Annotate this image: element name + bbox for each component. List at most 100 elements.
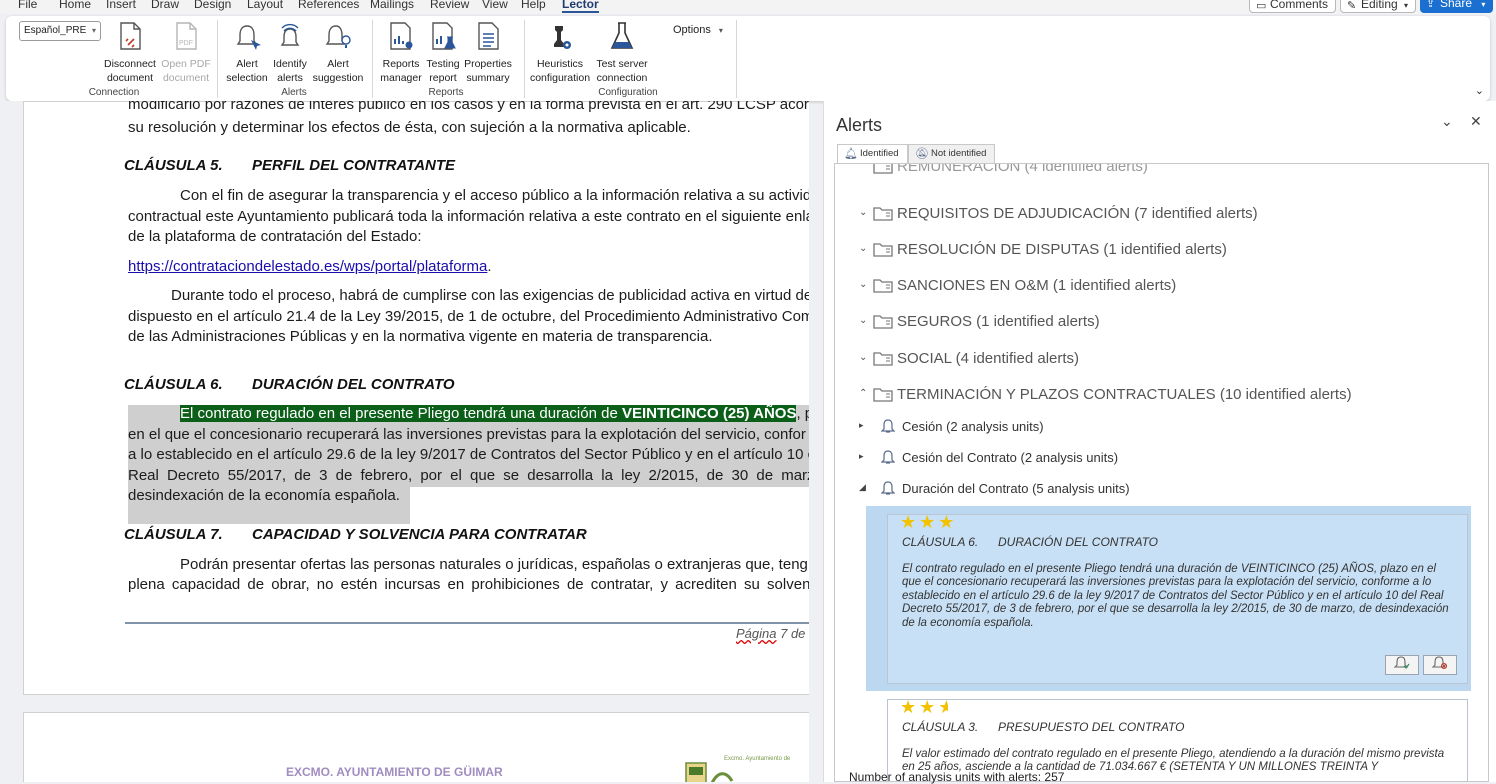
disconnect-document-button[interactable]: Disconnect document: [98, 20, 162, 85]
bell-icon: [880, 450, 896, 468]
report-flask-icon: [432, 22, 456, 50]
alerts-tree: REMUNERACIÓN (4 identified alerts) ⌄ REQ…: [834, 163, 1489, 782]
disconnect-document-icon: [120, 22, 141, 50]
category-label: SOCIAL (4 identified alerts): [897, 350, 1080, 367]
report-gear-icon: [390, 22, 413, 50]
tab-not-identified[interactable]: 🔕︎ Not identified: [908, 144, 996, 164]
heuristics-configuration-button[interactable]: Heuristics configuration: [527, 20, 593, 85]
reject-alert-button[interactable]: [1423, 655, 1457, 675]
disconnect-document-label: Disconnect document: [104, 58, 156, 84]
tab-insert[interactable]: Insert: [106, 0, 136, 11]
alert-suggestion-label: Alert suggestion: [312, 58, 364, 84]
pencil-icon: ✎: [1347, 0, 1357, 12]
chevron-up-icon[interactable]: ⌃: [859, 388, 867, 399]
tab-lector[interactable]: Lector: [562, 0, 599, 13]
testing-report-label: Testing report: [426, 58, 460, 84]
paragraph-line: Durante todo el proceso, habrá de cumpli…: [171, 287, 809, 304]
document-page: modificarlo por razones de interés públi…: [23, 101, 809, 695]
clause-title: PERFIL DEL CONTRATANTE: [252, 157, 456, 174]
paragraph-line: Con el fin de asegurar la transparencia …: [180, 187, 809, 204]
page-word: Página: [736, 626, 777, 641]
paragraph-line: modificarlo por razones de interés públi…: [128, 101, 809, 113]
pdf-icon: PDF: [176, 22, 197, 50]
language-value: Español_PRE: [24, 25, 87, 36]
test-server-connection-button[interactable]: Test server connection: [593, 20, 651, 85]
page-header-text: EXCMO. AYUNTAMIENTO DE GÜIMAR: [286, 765, 503, 779]
tab-label: Identified: [860, 148, 899, 159]
properties-summary-label: Properties summary: [464, 58, 512, 84]
subcategory-label: Cesión (2 analysis units): [902, 419, 1044, 434]
tab-file[interactable]: File: [18, 0, 37, 11]
chevron-down-icon[interactable]: ⌄: [1441, 113, 1453, 130]
chevron-down-icon[interactable]: ⌄: [859, 279, 867, 290]
tab-mailings[interactable]: Mailings: [370, 0, 414, 11]
category-label: REMUNERACIÓN (4 identified alerts): [897, 163, 1148, 175]
tab-review[interactable]: Review: [430, 0, 469, 11]
options-dropdown[interactable]: Options ▾: [673, 24, 723, 36]
identify-alerts-label: Identify alerts: [273, 58, 307, 84]
caret-down-icon[interactable]: ◢: [859, 482, 866, 493]
tab-home[interactable]: Home: [59, 0, 91, 11]
alerts-pane: Alerts ⌄ ✕ 🔔︎ Identified 🔕︎ Not identifi…: [823, 101, 1496, 784]
crest-text: Excmo. Ayuntamiento de: [724, 756, 791, 762]
card-body: El contrato regulado en el presente Plie…: [902, 563, 1449, 629]
ribbon: Español_PRE ▾ Disconnect document PDF Op…: [6, 16, 1490, 101]
testing-report-button[interactable]: Testing report: [425, 20, 461, 85]
editing-button[interactable]: ✎ Editing ▾: [1340, 0, 1417, 13]
caret-right-icon[interactable]: ▸: [859, 451, 864, 462]
open-pdf-document-button[interactable]: PDF Open PDF document: [158, 20, 214, 85]
paragraph-line: su resolución y determinar los efectos d…: [128, 119, 691, 136]
reports-manager-button[interactable]: Reports manager: [376, 20, 426, 85]
alert-suggestion-button[interactable]: Alert suggestion: [311, 20, 365, 85]
bell-bulb-icon: [325, 25, 351, 48]
ribbon-collapse-chevron-icon[interactable]: ⌄: [1475, 84, 1484, 97]
clause-6-heading: CLÁUSULA 6. DURACIÓN DEL CONTRATO: [124, 376, 455, 393]
language-select[interactable]: Español_PRE ▾: [19, 21, 101, 41]
tab-design[interactable]: Design: [194, 0, 231, 11]
tab-help[interactable]: Help: [521, 0, 546, 11]
comments-button[interactable]: ▭ Comments: [1249, 0, 1337, 13]
chevron-down-icon[interactable]: ⌄: [859, 243, 867, 254]
paragraph-line: en el que el concesionario recuperará la…: [128, 426, 806, 443]
share-label: Share: [1440, 0, 1473, 10]
paragraph-line: Podrán presentar ofertas las personas na…: [180, 556, 808, 573]
confirm-alert-button[interactable]: [1385, 655, 1419, 675]
tab-draw[interactable]: Draw: [151, 0, 179, 11]
paragraph-line: contractual este Ayuntamiento publicará …: [128, 208, 809, 225]
tab-layout[interactable]: Layout: [247, 0, 283, 11]
paragraph-line: de las Administraciones Públicas y en la…: [128, 328, 713, 345]
bell-off-icon: 🔕︎: [915, 148, 929, 160]
tab-references[interactable]: References: [298, 0, 359, 11]
caret-right-icon[interactable]: ▸: [859, 420, 864, 431]
clause-number: CLÁUSULA 6.: [124, 376, 223, 393]
alert-card[interactable]: ★★★ CLÁUSULA 6. DURACIÓN DEL CONTRATO El…: [887, 512, 1468, 684]
document-lines-icon: [478, 22, 499, 50]
svg-text:PDF: PDF: [179, 40, 193, 47]
identify-alerts-button[interactable]: Identify alerts: [266, 20, 314, 85]
highlighted-text: El contrato regulado en el presente Plie…: [180, 405, 622, 422]
tab-view[interactable]: View: [482, 0, 508, 11]
folder-icon: [873, 350, 893, 370]
card-clause-title: PRESUPUESTO DEL CONTRATO: [998, 720, 1185, 734]
flask-icon: [610, 22, 634, 49]
card-clause-title: DURACIÓN DEL CONTRATO: [998, 535, 1159, 549]
card-clause-heading: CLÁUSULA 3. PRESUPUESTO DEL CONTRATO: [902, 720, 1185, 734]
chevron-down-icon: ▾: [1404, 1, 1409, 10]
chevron-down-icon[interactable]: ⌄: [859, 352, 867, 363]
clause-title: CAPACIDAD Y SOLVENCIA PARA CONTRATAR: [252, 526, 587, 543]
platform-link[interactable]: https://contrataciondelestado.es/wps/por…: [128, 258, 487, 275]
rating-stars: ★★★★: [900, 697, 948, 717]
close-icon[interactable]: ✕: [1470, 113, 1482, 130]
properties-summary-button[interactable]: Properties summary: [462, 20, 514, 85]
test-server-connection-label: Test server connection: [596, 58, 648, 84]
link-tail: .: [487, 258, 492, 275]
chevron-down-icon[interactable]: ⌄: [859, 315, 867, 326]
card-clause-number: CLÁUSULA 6.: [902, 535, 979, 549]
chevron-down-icon[interactable]: ⌄: [859, 207, 867, 218]
paragraph-line: https://contrataciondelestado.es/wps/por…: [128, 258, 492, 275]
document-page: EXCMO. AYUNTAMIENTO DE GÜIMAR Excmo. Ayu…: [23, 712, 809, 782]
ribbon-separator: [372, 20, 373, 98]
tab-identified[interactable]: 🔔︎ Identified: [837, 144, 908, 164]
bell-cursor-icon: [236, 25, 261, 50]
share-button[interactable]: ⇪ Share ▾: [1420, 0, 1494, 13]
